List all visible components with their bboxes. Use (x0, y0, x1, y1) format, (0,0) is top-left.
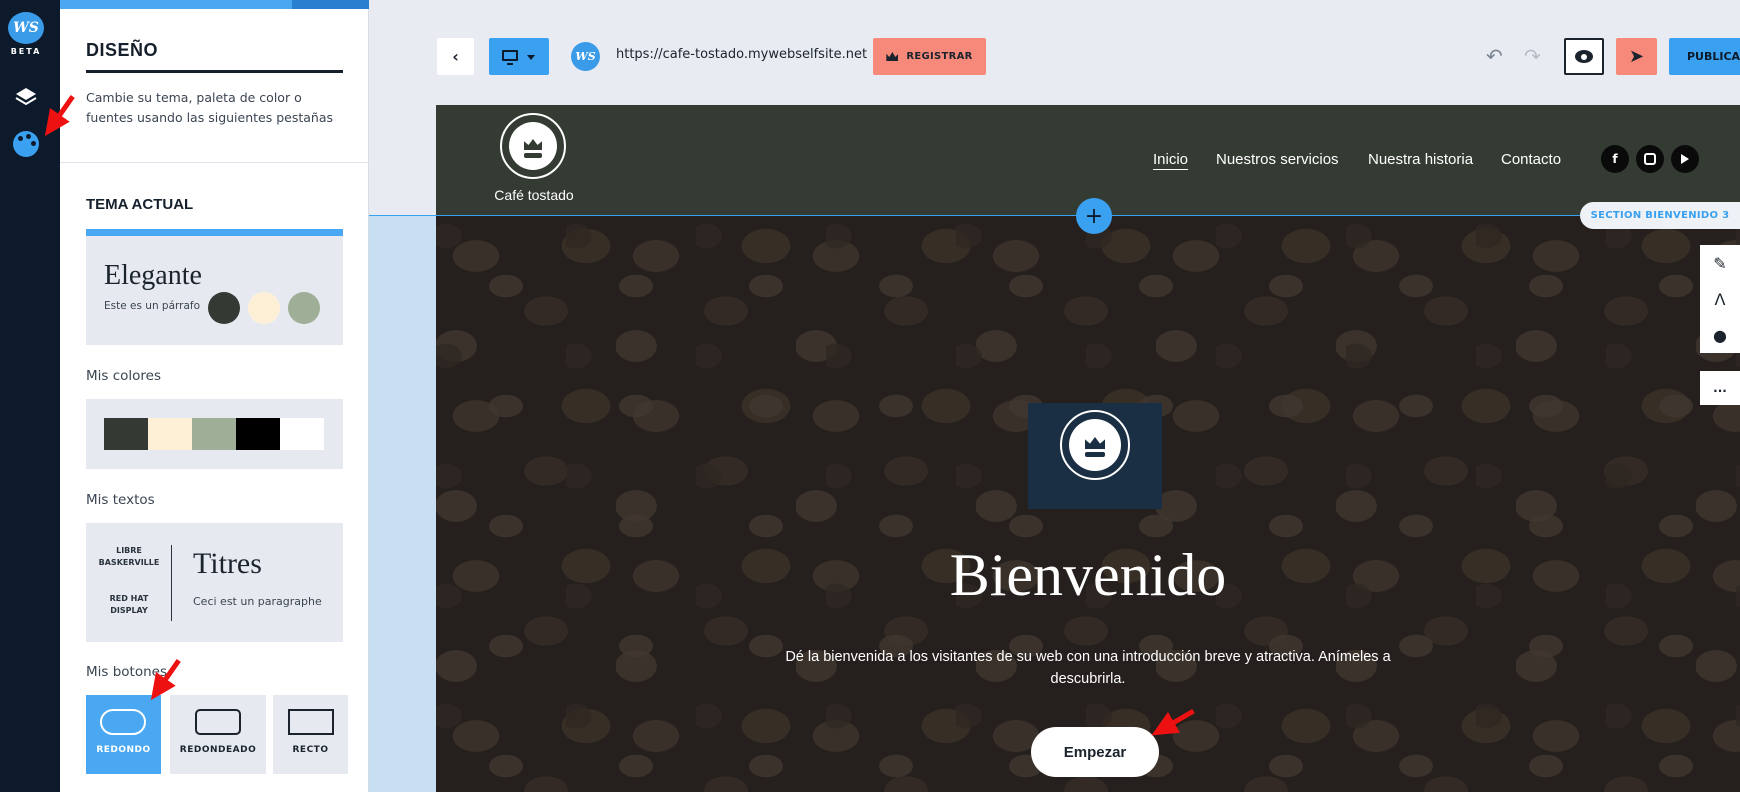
colors-card[interactable] (86, 399, 343, 469)
canvas-gutter (369, 216, 436, 792)
theme-color-dot-3 (288, 292, 320, 324)
hero-title[interactable]: Bienvenido (436, 541, 1740, 610)
redo-icon[interactable]: ↷ (1524, 44, 1541, 68)
webself-logo[interactable]: WS (8, 12, 44, 44)
nav-item-historia[interactable]: Nuestra historia (1368, 151, 1473, 168)
straight-shape (288, 709, 334, 735)
current-theme-card[interactable]: Elegante Este es un párrafo (86, 229, 343, 345)
current-theme-heading: TEMA ACTUAL (86, 196, 194, 213)
rocket-button[interactable]: ➤ (1616, 38, 1657, 75)
crown-icon (886, 52, 899, 61)
round-shape (100, 709, 146, 735)
button-style-label: RECTO (292, 745, 329, 755)
publish-button[interactable]: PUBLICAR (1669, 38, 1740, 75)
rounded-shape (195, 709, 241, 735)
panel-progress-bar (60, 0, 369, 9)
panel-title-underline (86, 70, 343, 73)
site-url[interactable]: https://cafe-tostado.mywebselfsite.net (616, 47, 867, 62)
palette-icon[interactable]: ● (1700, 317, 1740, 353)
panel-description: Cambie su tema, paleta de color o fuente… (86, 90, 334, 125)
theme-color-dot-2 (248, 292, 280, 324)
section-boundary-line (369, 215, 1740, 216)
desktop-monitor-icon (502, 50, 518, 65)
colors-label: Mis colores (86, 368, 162, 384)
texts-divider (171, 545, 172, 621)
design-panel: DISEÑO Cambie su tema, paleta de color o… (60, 0, 369, 792)
texts-label: Mis textos (86, 492, 155, 508)
beta-label: BETA (10, 47, 42, 56)
chevron-down-icon (527, 55, 535, 60)
undo-icon[interactable]: ↶ (1486, 44, 1503, 68)
register-label: REGISTRAR (906, 51, 973, 62)
compass-icon[interactable]: Λ (1700, 281, 1740, 317)
theme-sample-text: Este es un párrafo (104, 300, 201, 312)
button-style-label: REDONDEADO (179, 745, 257, 755)
color-swatch (148, 418, 192, 450)
button-style-rounded[interactable]: REDONDEADO (170, 695, 266, 774)
more-options-button[interactable]: ... (1700, 371, 1740, 405)
nav-item-servicios[interactable]: Nuestros servicios (1216, 151, 1339, 168)
button-style-round[interactable]: REDONDO (86, 695, 161, 774)
chevron-left-icon: ‹ (452, 47, 459, 66)
color-swatch (236, 418, 280, 450)
site-brand-name: Café tostado (494, 187, 574, 203)
crown-icon (524, 139, 542, 150)
hero-text[interactable]: Dé la bienvenida a los visitantes de su … (778, 646, 1398, 690)
section-tools: ✎ Λ ● (1700, 245, 1740, 353)
hero-logo-badge[interactable] (1028, 403, 1162, 509)
theme-name: Elegante (104, 260, 202, 291)
facebook-icon[interactable]: f (1601, 145, 1629, 173)
eye-icon (1575, 50, 1593, 63)
device-selector-button[interactable] (489, 38, 549, 75)
texts-title-sample: Titres (193, 547, 262, 580)
texts-body-sample: Ceci est un paragraphe (193, 595, 322, 608)
preview-button[interactable] (1564, 38, 1604, 75)
register-button[interactable]: REGISTRAR (873, 38, 986, 75)
heading-font-name: LIBRE BASKERVILLE (98, 546, 160, 567)
section-name-tag[interactable]: SECTION BIENVENIDO 3 (1580, 202, 1740, 229)
button-style-label: REDONDO (96, 745, 151, 755)
add-section-button[interactable]: + (1076, 198, 1112, 234)
texts-card[interactable]: LIBRE BASKERVILLE RED HAT DISPLAY Titres… (86, 523, 343, 642)
palette-icon[interactable] (13, 131, 39, 157)
color-swatch (280, 418, 324, 450)
panel-title: DISEÑO (86, 40, 159, 60)
pencil-icon[interactable]: ✎ (1700, 245, 1740, 281)
hero-section[interactable]: Bienvenido Dé la bienvenida a los visita… (436, 216, 1740, 792)
start-button[interactable]: Empezar (1031, 727, 1159, 777)
back-button[interactable]: ‹ (437, 38, 474, 75)
youtube-icon[interactable] (1671, 145, 1699, 173)
button-style-straight[interactable]: RECTO (273, 695, 348, 774)
instagram-icon[interactable] (1636, 145, 1664, 173)
theme-color-dot-1 (208, 292, 240, 324)
color-swatch (104, 418, 148, 450)
color-swatch (192, 418, 236, 450)
panel-divider (60, 162, 369, 163)
body-font-name: RED HAT DISPLAY (109, 594, 149, 615)
site-favicon: WS (571, 42, 600, 71)
rocket-icon: ➤ (1628, 46, 1645, 67)
site-logo[interactable] (500, 113, 566, 179)
nav-item-contacto[interactable]: Contacto (1501, 151, 1561, 168)
nav-item-inicio[interactable]: Inicio (1153, 151, 1188, 168)
layers-icon[interactable] (14, 86, 38, 108)
crown-icon (1085, 437, 1105, 449)
